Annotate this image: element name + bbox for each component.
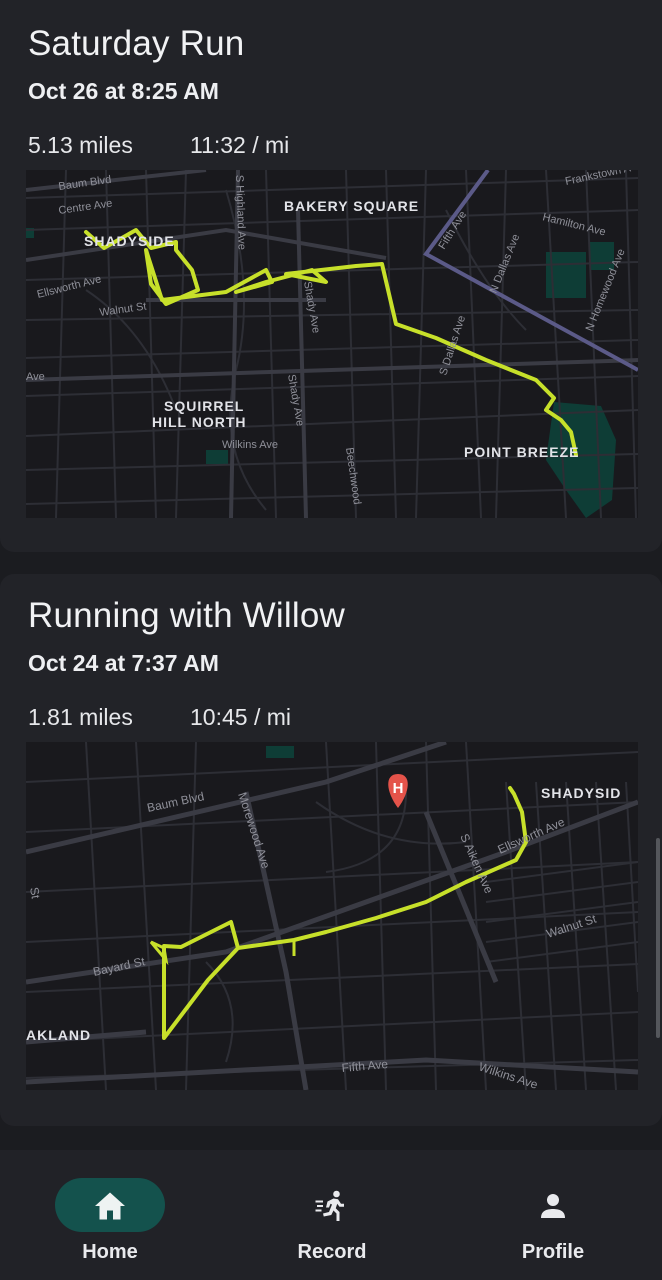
map-label: POINT BREEZE <box>464 444 579 460</box>
activity-pace: 11:32 / mi <box>190 132 290 158</box>
bottom-nav: Home Record Profile <box>0 1150 662 1280</box>
nav-item-profile[interactable]: Profile <box>453 1150 653 1280</box>
route-map[interactable]: H Baum Blvd Morewood Ave Ellsworth Ave S… <box>26 742 638 1090</box>
map-label: HILL NORTH <box>152 414 247 430</box>
park-area <box>266 746 294 758</box>
svg-text:H: H <box>393 780 404 797</box>
route-map-svg: H Baum Blvd Morewood Ave Ellsworth Ave S… <box>26 742 638 1090</box>
map-label: Ave <box>26 371 45 383</box>
map-label: BAKERY SQUARE <box>284 198 419 214</box>
route-map[interactable]: Baum Blvd Centre Ave Ellsworth Ave Walnu… <box>26 170 638 518</box>
nav-label: Record <box>297 1241 367 1263</box>
map-label: SHADYSIDE <box>84 233 175 249</box>
map-label: SQUIRREL <box>164 398 244 414</box>
home-icon <box>95 1192 125 1220</box>
running-icon <box>315 1190 344 1221</box>
activity-title: Saturday Run <box>28 24 245 63</box>
nav-item-record[interactable]: Record <box>232 1150 432 1280</box>
route-map-svg: Baum Blvd Centre Ave Ellsworth Ave Walnu… <box>26 170 638 518</box>
activity-title: Running with Willow <box>28 596 345 635</box>
activity-card[interactable]: Saturday Run Oct 26 at 8:25 AM 5.13 mile… <box>0 0 662 552</box>
activity-distance: 1.81 miles <box>28 704 133 730</box>
activity-distance: 5.13 miles <box>28 132 133 158</box>
person-icon <box>541 1194 565 1218</box>
activity-pace: 10:45 / mi <box>190 704 291 730</box>
activity-feed[interactable]: Saturday Run Oct 26 at 8:25 AM 5.13 mile… <box>0 0 662 1150</box>
map-label: AKLAND <box>26 1027 91 1043</box>
activity-card[interactable]: Running with Willow Oct 24 at 7:37 AM 1.… <box>0 574 662 1126</box>
nav-label: Home <box>82 1241 138 1263</box>
map-label: SHADYSID <box>541 785 621 801</box>
nav-label: Profile <box>521 1241 585 1263</box>
activity-date: Oct 26 at 8:25 AM <box>28 78 219 104</box>
map-label: Wilkins Ave <box>222 439 278 451</box>
nav-item-home[interactable]: Home <box>10 1150 210 1280</box>
scrollbar[interactable] <box>656 838 660 1038</box>
activity-date: Oct 24 at 7:37 AM <box>28 650 219 676</box>
